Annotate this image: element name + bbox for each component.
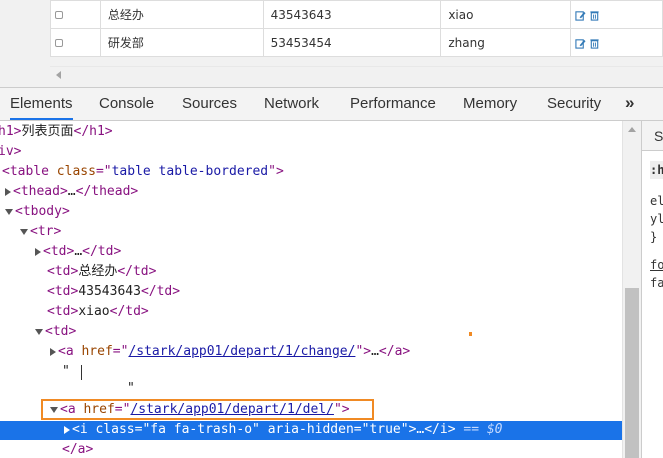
dom-line-text-node-end[interactable]: " <box>127 379 135 399</box>
dom-line-thead[interactable]: <thead>…</thead> <box>5 182 138 202</box>
cell-name: 总经办 <box>99 0 264 29</box>
tab-console[interactable]: Console <box>99 88 154 120</box>
dom-line-td-tel[interactable]: <td>43543643</td> <box>47 282 180 302</box>
table-row: 研发部 53453454 zhang <box>50 28 663 57</box>
page-left-margin <box>0 0 50 87</box>
cell-tel: 43543643 <box>262 0 442 29</box>
devtools-tabbar: Elements Console Sources Network Perform… <box>0 87 663 121</box>
dom-line-td-name[interactable]: <td>总经办</td> <box>47 262 156 282</box>
expand-icon[interactable] <box>50 347 56 356</box>
collapse-icon[interactable] <box>5 208 13 215</box>
tab-elements[interactable]: Elements <box>10 88 73 120</box>
vertical-scrollbar[interactable] <box>622 121 641 458</box>
collapse-icon[interactable] <box>35 328 43 335</box>
edit-icon[interactable] <box>575 38 586 49</box>
dom-line-table[interactable]: <table class="table table-bordered"> <box>2 162 284 182</box>
dom-line-td-collapsed[interactable]: <td>…</td> <box>35 242 121 262</box>
style-rule-text: fa <box>650 276 663 290</box>
page-preview: 总经办 43543643 xiao 研发部 53453454 zhang <box>0 0 663 87</box>
edit-icon[interactable] <box>575 10 586 21</box>
style-rule-text: yl <box>650 212 663 226</box>
collapse-icon[interactable] <box>20 228 28 235</box>
elements-panel[interactable]: h1>列表页面</h1> iv> <table class="table tab… <box>0 121 641 458</box>
table-row: 总经办 43543643 xiao <box>50 0 663 29</box>
depart-table: 总经办 43543643 xiao 研发部 53453454 zhang <box>50 0 663 57</box>
cell-user: xiao <box>440 0 572 29</box>
expand-icon[interactable] <box>35 247 41 256</box>
row-checkbox[interactable] <box>55 11 63 19</box>
styles-panel[interactable]: S :h el yl } fo fa <box>641 121 663 458</box>
trash-icon[interactable] <box>589 10 600 21</box>
styles-filter-input[interactable]: :h <box>650 161 663 179</box>
horizontal-scrollbar[interactable] <box>50 66 663 83</box>
scroll-up-icon[interactable] <box>628 127 636 132</box>
console-ref: == $0 <box>463 422 503 437</box>
tab-styles[interactable]: S <box>642 121 663 151</box>
dom-line-i[interactable]: <i class="fa fa-trash-o" aria-hidden="tr… <box>64 420 503 440</box>
style-rule-source[interactable]: fo <box>650 256 663 274</box>
dom-line-a-close[interactable]: </a> <box>62 440 93 458</box>
dom-line-div[interactable]: iv> <box>0 142 21 162</box>
dom-line-td-ops[interactable]: <td> <box>35 322 76 342</box>
scrollbar-thumb[interactable] <box>625 288 639 458</box>
tab-performance[interactable]: Performance <box>350 88 436 120</box>
cell-user: zhang <box>440 28 572 57</box>
row-checkbox[interactable] <box>55 39 63 47</box>
scroll-left-icon[interactable] <box>56 71 61 79</box>
annotation-dot <box>469 332 472 336</box>
tab-sources[interactable]: Sources <box>182 88 237 120</box>
text-caret <box>81 365 82 380</box>
dom-line-a-change[interactable]: <a href="/stark/app01/depart/1/change/">… <box>50 342 410 362</box>
more-tabs-icon[interactable]: » <box>625 93 634 113</box>
trash-icon[interactable] <box>589 38 600 49</box>
tab-network[interactable]: Network <box>264 88 319 120</box>
dom-line-td-user[interactable]: <td>xiao</td> <box>47 302 149 322</box>
style-rule-brace: } <box>650 230 658 244</box>
dom-line-tr[interactable]: <tr> <box>20 222 61 242</box>
tab-security[interactable]: Security <box>547 88 601 120</box>
change-link[interactable]: /stark/app01/depart/1/change/ <box>128 344 355 359</box>
selected-dom-node[interactable]: <i class="fa fa-trash-o" aria-hidden="tr… <box>0 421 622 440</box>
expand-icon[interactable] <box>64 425 70 434</box>
dom-line-text-node[interactable]: " <box>62 362 78 382</box>
annotation-highlight-box <box>41 399 374 420</box>
expand-icon[interactable] <box>5 187 11 196</box>
cell-name: 研发部 <box>99 28 264 57</box>
style-rule-text: el <box>650 194 663 208</box>
cell-tel: 53453454 <box>262 28 442 57</box>
dom-line-tbody[interactable]: <tbody> <box>5 202 70 222</box>
dom-line-h1[interactable]: h1>列表页面</h1> <box>0 122 113 142</box>
tab-memory[interactable]: Memory <box>463 88 517 120</box>
